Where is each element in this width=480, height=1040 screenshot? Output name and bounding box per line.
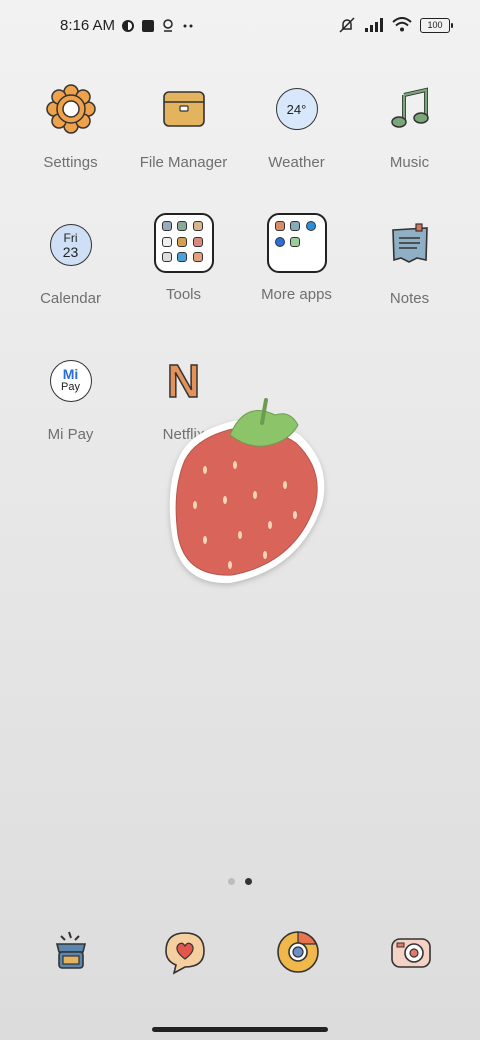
heart-chat-icon bbox=[162, 929, 208, 980]
chrome-dock[interactable] bbox=[270, 926, 326, 982]
mini-app-icon bbox=[274, 221, 285, 231]
notes-icon bbox=[379, 214, 441, 276]
folder-icon bbox=[266, 210, 328, 276]
page-dot-active[interactable] bbox=[245, 878, 252, 885]
mini-app-icon bbox=[290, 236, 301, 247]
app-label: Weather bbox=[268, 154, 325, 171]
mipay-mi: Mi bbox=[62, 366, 79, 382]
app-weather[interactable]: 24° Weather bbox=[240, 78, 353, 171]
camera-dock[interactable] bbox=[383, 926, 439, 982]
folder-more-apps[interactable]: More apps bbox=[240, 210, 353, 303]
calendar-day: Fri bbox=[63, 231, 78, 245]
app-calendar[interactable]: Fri 23 Calendar bbox=[14, 214, 127, 307]
wifi-icon bbox=[392, 17, 412, 33]
mini-app-icon bbox=[290, 221, 301, 231]
status-bar: 8:16 AM 100 bbox=[0, 0, 480, 56]
phone-icon bbox=[49, 930, 93, 979]
music-note-icon bbox=[379, 78, 441, 140]
calendar-date: 23 bbox=[62, 244, 79, 260]
home-gesture-bar[interactable] bbox=[152, 1027, 328, 1032]
mini-app-icon bbox=[161, 252, 172, 263]
signal-icon bbox=[364, 17, 384, 33]
mini-app-icon bbox=[177, 236, 188, 247]
app-notes[interactable]: Notes bbox=[353, 214, 466, 307]
mini-app-icon bbox=[177, 221, 188, 231]
circle-status-icon bbox=[121, 19, 135, 33]
mini-app-icon bbox=[161, 236, 172, 247]
mipay-pay: Pay bbox=[61, 381, 80, 393]
square-status-icon bbox=[141, 19, 155, 33]
mipay-icon: Mi Pay bbox=[40, 350, 102, 412]
messages-dock[interactable] bbox=[157, 926, 213, 982]
strawberry-sticker[interactable] bbox=[150, 395, 335, 595]
mini-app-icon bbox=[274, 236, 285, 247]
page-indicator[interactable] bbox=[0, 878, 480, 885]
mini-app-icon bbox=[177, 252, 188, 263]
empty-slot bbox=[306, 237, 319, 250]
app-label: Music bbox=[389, 154, 430, 171]
battery-icon: 100 bbox=[420, 17, 453, 33]
app-label: More apps bbox=[261, 286, 332, 303]
app-label: Notes bbox=[389, 290, 430, 307]
folder-bag-icon bbox=[153, 78, 215, 140]
mini-app-icon bbox=[192, 252, 203, 263]
dock bbox=[0, 926, 480, 990]
mini-app-icon bbox=[192, 236, 203, 247]
mini-app-icon bbox=[192, 221, 203, 231]
more-dots-icon bbox=[181, 19, 195, 33]
app-label: File Manager bbox=[139, 154, 228, 171]
folder-tools[interactable]: Tools bbox=[127, 210, 240, 303]
chrome-icon bbox=[275, 929, 321, 980]
app-file-manager[interactable]: File Manager bbox=[127, 78, 240, 171]
app-label: Tools bbox=[165, 286, 202, 303]
gear-icon bbox=[40, 78, 102, 140]
page-dot[interactable] bbox=[228, 878, 235, 885]
weather-temp: 24° bbox=[275, 88, 318, 130]
app-label: Calendar bbox=[40, 290, 101, 307]
status-left: 8:16 AM bbox=[60, 17, 195, 34]
calendar-icon: Fri 23 bbox=[40, 214, 102, 276]
muted-icon bbox=[338, 16, 356, 34]
camera-icon bbox=[388, 929, 434, 980]
status-right: 100 bbox=[338, 16, 453, 34]
folder-icon bbox=[153, 210, 215, 276]
app-music[interactable]: Music bbox=[353, 78, 466, 171]
app-mi-pay[interactable]: Mi Pay Mi Pay bbox=[14, 350, 127, 443]
clock: 8:16 AM bbox=[60, 17, 116, 34]
location-pin-icon bbox=[161, 18, 175, 33]
app-label: Mi Pay bbox=[47, 426, 94, 443]
app-settings[interactable]: Settings bbox=[14, 78, 127, 171]
app-label: Settings bbox=[43, 154, 98, 171]
mini-app-icon bbox=[161, 221, 172, 231]
mini-app-icon bbox=[305, 221, 316, 231]
weather-icon: 24° bbox=[266, 78, 328, 140]
phone-dock[interactable] bbox=[43, 926, 99, 982]
